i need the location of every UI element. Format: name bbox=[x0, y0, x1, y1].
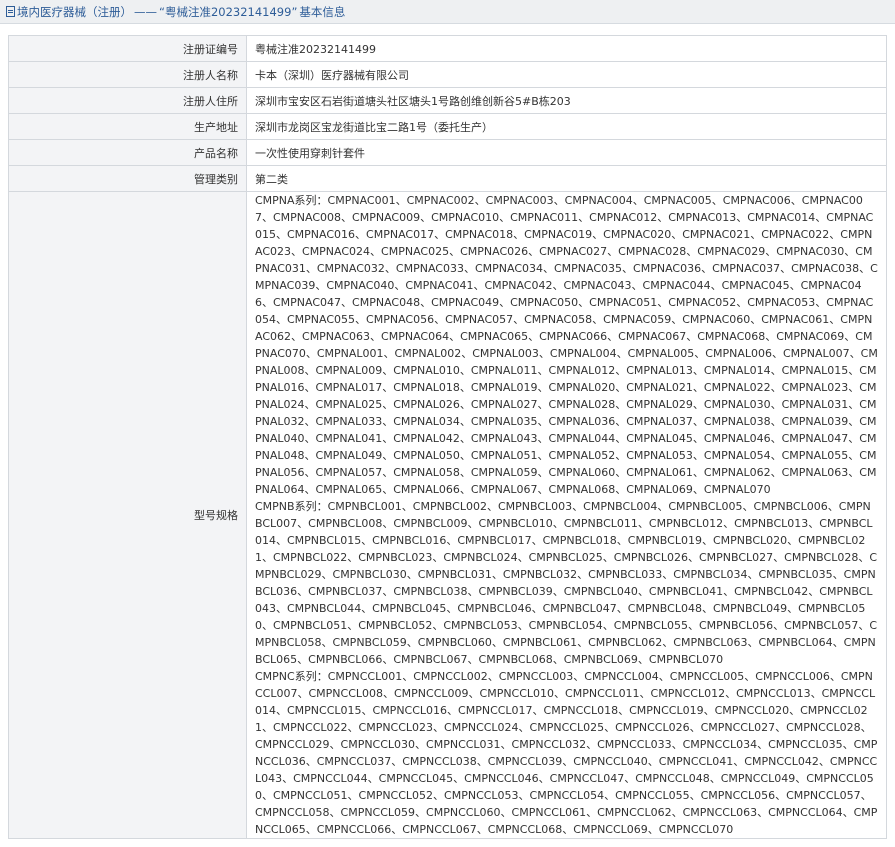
field-row-model-specs: 型号规格 CMPNA系列：CMPNAC001、CMPNAC002、CMPNAC0… bbox=[8, 191, 887, 839]
field-row-registrant-name: 注册人名称 卡本（深圳）医疗器械有限公司 bbox=[8, 61, 887, 88]
document-icon bbox=[6, 6, 15, 17]
device-info-table: 注册证编号 粤械注准20232141499 注册人名称 卡本（深圳）医疗器械有限… bbox=[8, 35, 887, 839]
field-value: 第二类 bbox=[246, 165, 887, 192]
title-suffix: 基本信息 bbox=[299, 4, 346, 19]
field-label: 产品名称 bbox=[8, 139, 247, 166]
model-series-c: CMPNC系列：CMPNCCL001、CMPNCCL002、CMPNCCL003… bbox=[255, 670, 878, 836]
title-category: 境内医疗器械（注册） bbox=[17, 4, 132, 19]
model-specs-value: CMPNA系列：CMPNAC001、CMPNAC002、CMPNAC003、CM… bbox=[246, 191, 887, 839]
field-label: 注册人名称 bbox=[8, 61, 247, 88]
field-value: 深圳市宝安区石岩街道塘头社区塘头1号路创维创新谷5#B栋203 bbox=[246, 87, 887, 114]
field-label: 型号规格 bbox=[8, 191, 247, 839]
title-dash: —— bbox=[134, 4, 157, 19]
field-label: 注册证编号 bbox=[8, 35, 247, 62]
field-label: 管理类别 bbox=[8, 165, 247, 192]
field-row-production-address: 生产地址 深圳市龙岗区宝龙街道比宝二路1号（委托生产） bbox=[8, 113, 887, 140]
field-value: 深圳市龙岗区宝龙街道比宝二路1号（委托生产） bbox=[246, 113, 887, 140]
title-record: “粤械注准20232141499” bbox=[159, 4, 298, 19]
model-series-b: CMPNB系列：CMPNBCL001、CMPNBCL002、CMPNBCL003… bbox=[255, 500, 878, 666]
page-title-bar: 境内医疗器械（注册） —— “粤械注准20232141499” 基本信息 bbox=[0, 0, 895, 24]
field-label: 生产地址 bbox=[8, 113, 247, 140]
field-value: 一次性使用穿刺针套件 bbox=[246, 139, 887, 166]
field-value: 卡本（深圳）医疗器械有限公司 bbox=[246, 61, 887, 88]
field-row-registration-number: 注册证编号 粤械注准20232141499 bbox=[8, 35, 887, 62]
model-series-a: CMPNA系列：CMPNAC001、CMPNAC002、CMPNAC003、CM… bbox=[255, 194, 878, 496]
field-row-management-category: 管理类别 第二类 bbox=[8, 165, 887, 192]
field-row-registrant-address: 注册人住所 深圳市宝安区石岩街道塘头社区塘头1号路创维创新谷5#B栋203 bbox=[8, 87, 887, 114]
field-label: 注册人住所 bbox=[8, 87, 247, 114]
field-value: 粤械注准20232141499 bbox=[246, 35, 887, 62]
field-row-product-name: 产品名称 一次性使用穿刺针套件 bbox=[8, 139, 887, 166]
